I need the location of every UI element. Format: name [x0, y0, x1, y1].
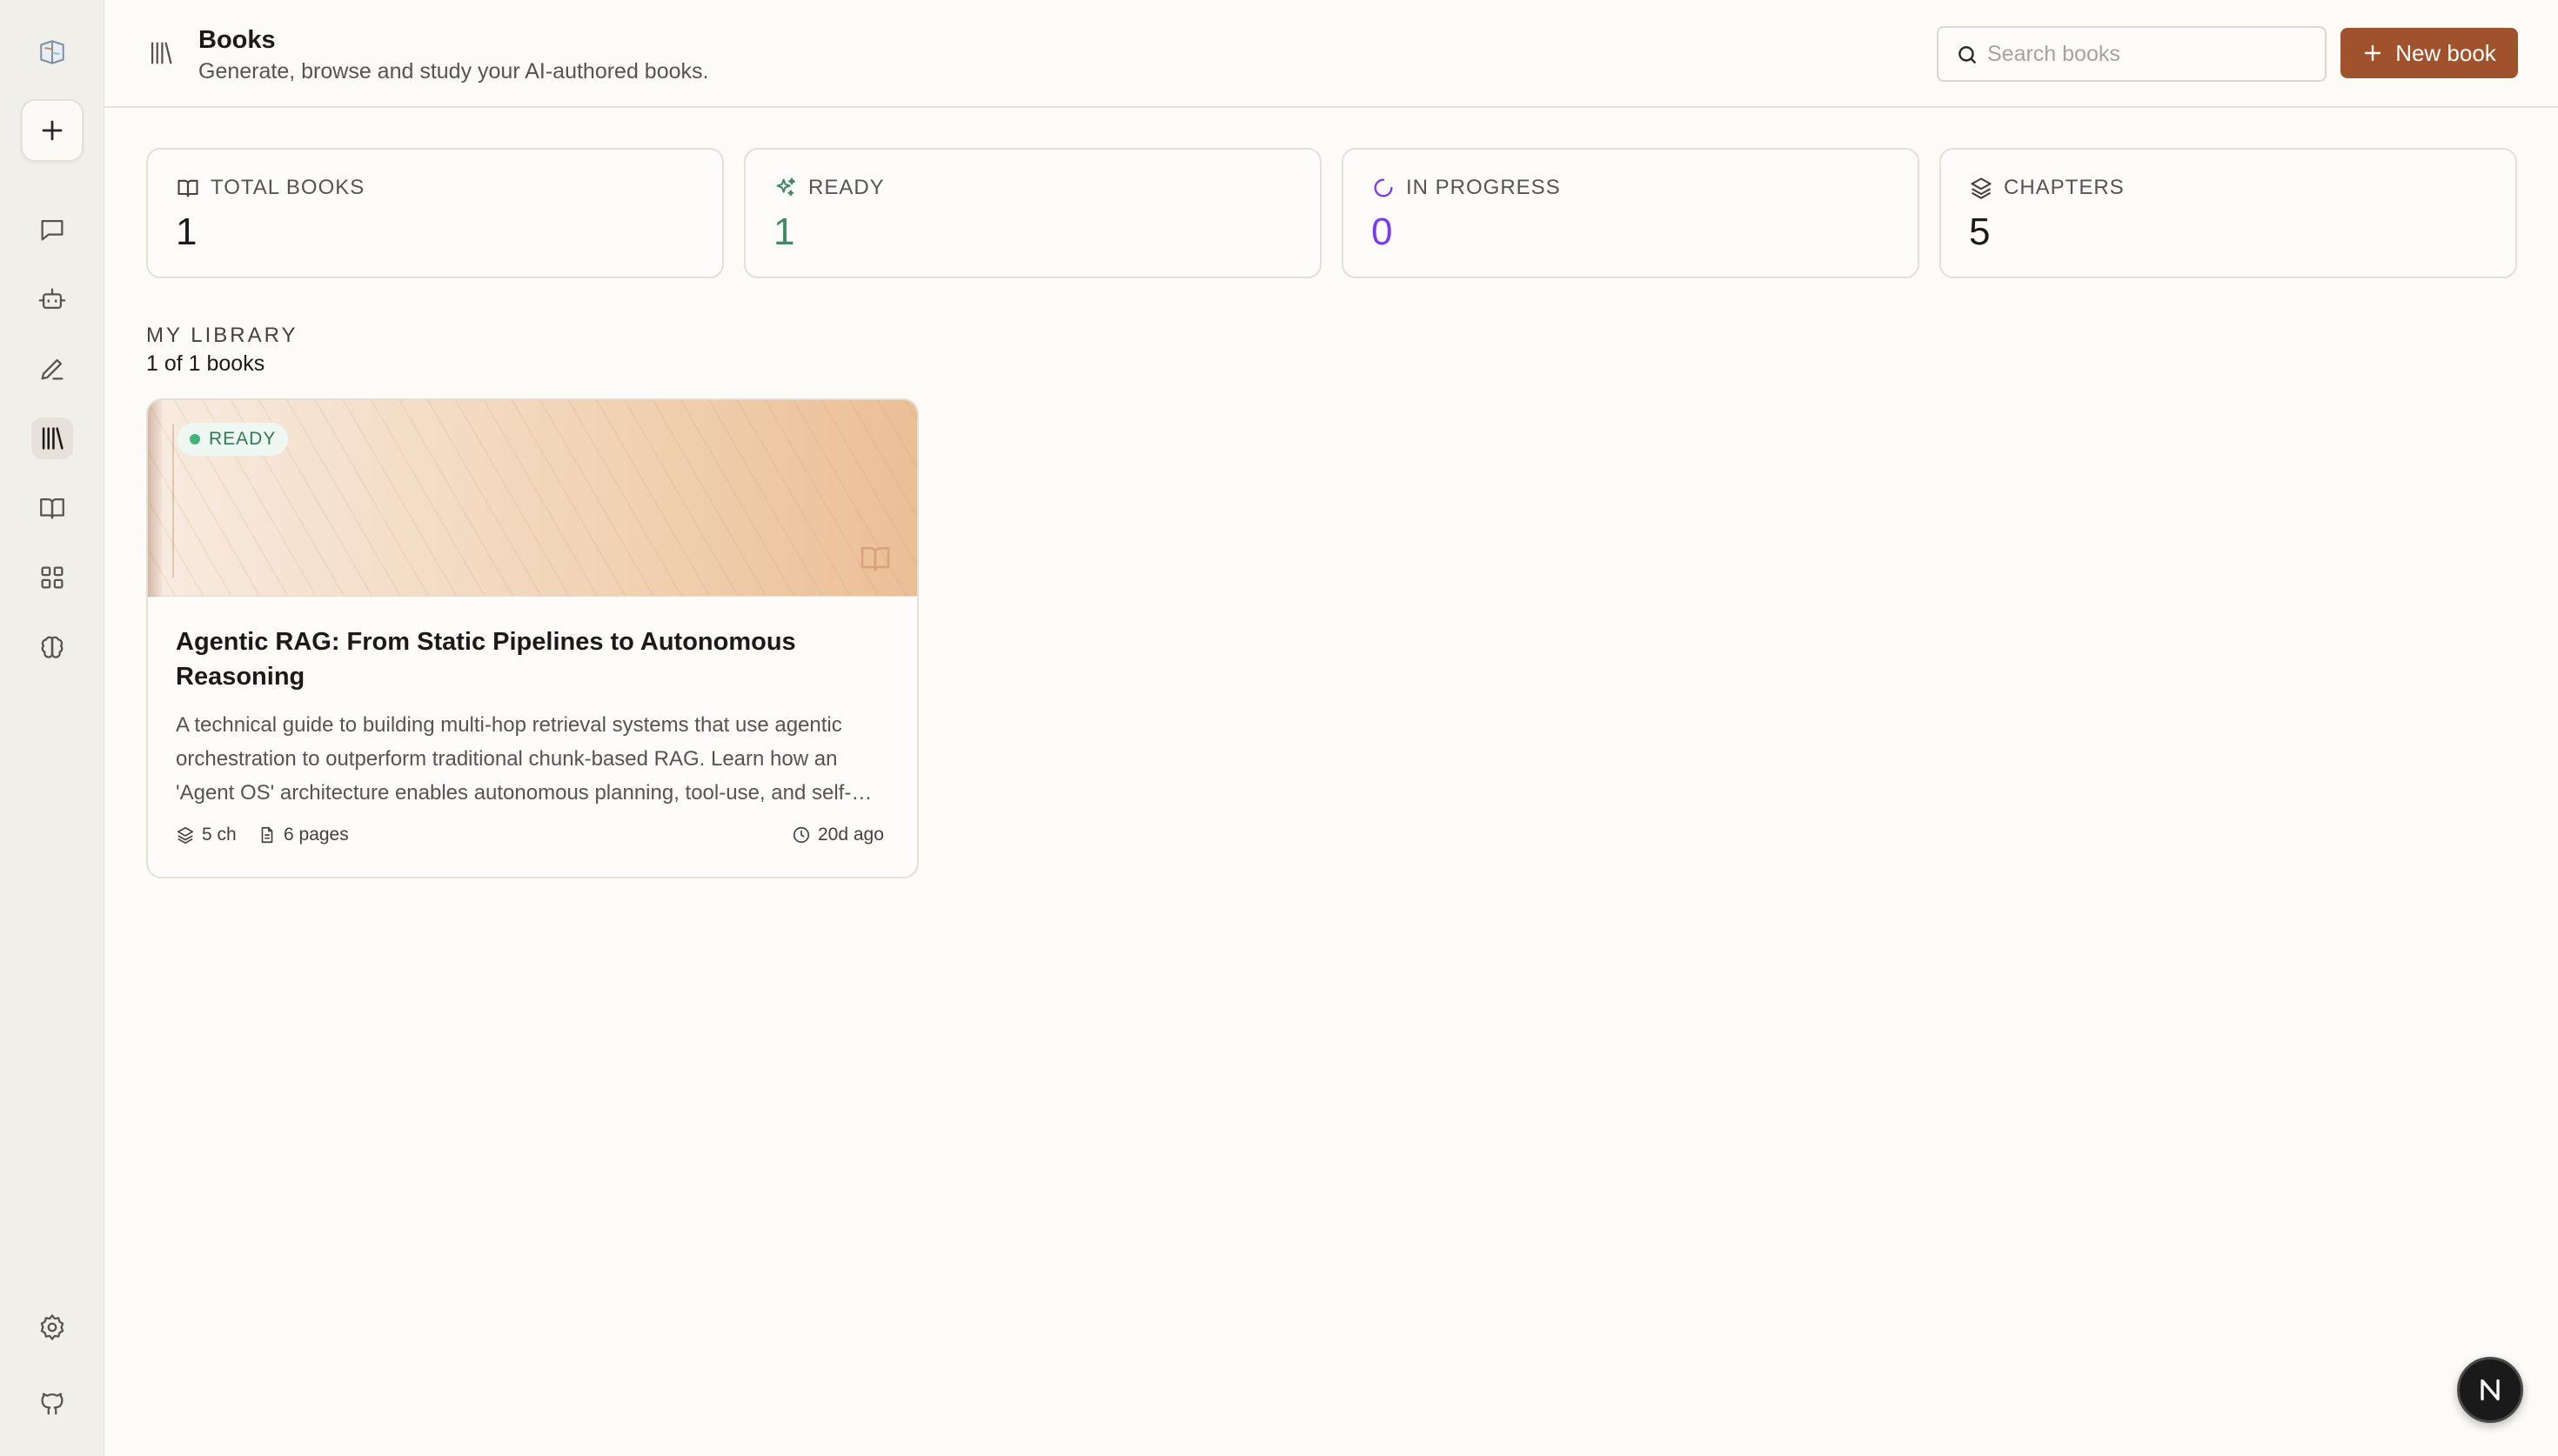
- page-subtitle: Generate, browse and study your AI-autho…: [198, 59, 709, 83]
- brain-icon: [41, 636, 64, 658]
- plus-icon: [2364, 44, 2381, 62]
- book-open-icon: [177, 179, 198, 197]
- sidebar-item-books[interactable]: [31, 417, 73, 459]
- stat-in-progress: IN PROGRESS 0: [1342, 148, 1919, 278]
- n-logo-icon: [2481, 1379, 2500, 1401]
- stat-total-books: TOTAL BOOKS 1: [146, 148, 724, 278]
- loader-icon: [1374, 178, 1393, 197]
- app-logo-icon[interactable]: [31, 31, 73, 73]
- bot-icon: [38, 288, 66, 310]
- sparkles-icon: [776, 177, 795, 197]
- book-description: A technical guide to building multi-hop …: [176, 713, 852, 805]
- file-text-icon: [261, 826, 273, 844]
- cover-spine: [148, 400, 162, 597]
- page-header: Books Generate, browse and study your AI…: [104, 0, 2558, 108]
- stat-chapters: CHAPTERS 5: [1939, 148, 2517, 278]
- next-dev-tools-button[interactable]: [2457, 1357, 2523, 1423]
- library-icon: [42, 427, 64, 450]
- sidebar-item-github[interactable]: [31, 1383, 73, 1425]
- clock-icon: [793, 826, 810, 844]
- stat-label: TOTAL BOOKS: [211, 176, 365, 199]
- stat-value: 1: [176, 210, 198, 253]
- search-icon: [1959, 46, 1976, 63]
- layers-icon: [177, 826, 194, 844]
- pencil-icon: [41, 358, 64, 380]
- stat-label: IN PROGRESS: [1406, 176, 1561, 199]
- stat-label: CHAPTERS: [2004, 176, 2125, 199]
- book-pages-text: 6 pages: [284, 825, 349, 845]
- new-chat-button[interactable]: [21, 99, 84, 162]
- stat-value: 0: [1371, 210, 1393, 253]
- stat-value: 5: [1969, 210, 1991, 253]
- sidebar-item-settings[interactable]: [31, 1306, 73, 1348]
- grid-icon: [41, 566, 64, 589]
- new-book-button[interactable]: New book: [2340, 28, 2518, 78]
- new-book-label: New book: [2395, 39, 2496, 66]
- book-open-icon: [860, 547, 890, 571]
- status-dot: [190, 434, 200, 444]
- book-updated: 20d ago: [792, 825, 884, 845]
- search-input[interactable]: [1987, 35, 2318, 73]
- sidebar-item-apps[interactable]: [31, 557, 73, 598]
- library-icon: [146, 38, 176, 68]
- search-box[interactable]: [1937, 26, 2327, 82]
- sidebar-item-write[interactable]: [31, 348, 73, 390]
- sidebar-item-brain[interactable]: [31, 626, 73, 668]
- sidebar-item-chat[interactable]: [31, 209, 73, 250]
- stat-value: 1: [773, 210, 795, 253]
- book-chapters-text: 5 ch: [202, 825, 237, 845]
- message-square-icon: [41, 219, 64, 241]
- sidebar-item-reader[interactable]: [31, 487, 73, 529]
- layers-icon: [1971, 177, 1992, 199]
- book-pages: 6 pages: [258, 825, 349, 845]
- gear-icon: [40, 1313, 64, 1341]
- sidebar-item-agents[interactable]: [31, 278, 73, 320]
- book-card[interactable]: READY Agentic RAG: From Static Pipelines…: [146, 398, 919, 878]
- github-icon: [41, 1393, 64, 1415]
- book-updated-text: 20d ago: [818, 825, 884, 845]
- book-title[interactable]: Agentic RAG: From Static Pipelines to Au…: [176, 624, 889, 694]
- sidebar: [0, 0, 104, 1456]
- book-open-icon: [40, 498, 64, 519]
- stat-ready: READY 1: [744, 148, 1322, 278]
- stat-label: READY: [808, 176, 885, 199]
- status-label: READY: [209, 429, 277, 449]
- cover-spine-line: [172, 424, 174, 578]
- status-badge: READY: [177, 423, 289, 456]
- book-chapters: 5 ch: [176, 825, 237, 845]
- library-count: 1 of 1 books: [146, 351, 265, 376]
- book-cover: READY: [148, 400, 917, 597]
- library-heading: MY LIBRARY: [146, 324, 298, 347]
- page-title: Books: [198, 26, 276, 54]
